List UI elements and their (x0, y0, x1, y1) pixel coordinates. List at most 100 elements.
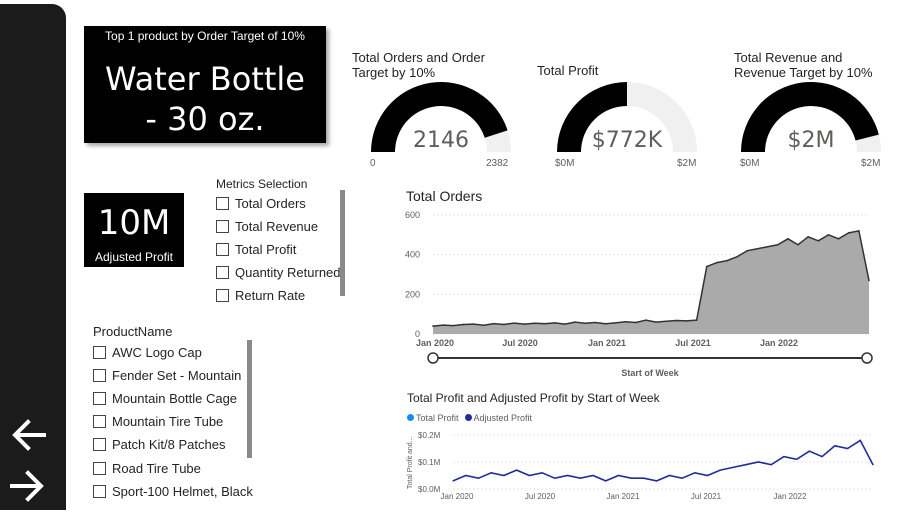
checkbox[interactable] (216, 288, 229, 302)
metric-option-total-revenue[interactable]: Total Revenue (216, 216, 318, 236)
data-point (566, 474, 569, 477)
product-option-label: Road Tire Tube (112, 460, 201, 476)
data-point (745, 464, 747, 466)
gauge-revenue-value: $2M (787, 128, 835, 153)
data-point (716, 261, 718, 264)
checkbox[interactable] (93, 484, 106, 498)
metric-option-quantity-returned[interactable]: Quantity Returned (216, 262, 341, 282)
checkbox[interactable] (93, 414, 106, 428)
product-option-label: Mountain Bottle Cage (112, 390, 238, 406)
product-slicer-title: ProductName (93, 324, 173, 339)
data-point (787, 238, 789, 240)
data-point (859, 439, 861, 441)
data-point (523, 323, 526, 325)
checkbox[interactable] (93, 368, 106, 382)
product-option-fender-set[interactable]: Fender Set - Mountain (93, 365, 241, 385)
data-point (675, 319, 678, 322)
data-point (868, 279, 870, 282)
data-point (477, 477, 480, 479)
x-tick-label: Jul 2020 (502, 338, 538, 348)
data-point (503, 474, 505, 477)
data-point (442, 324, 444, 326)
gauge-profit-max: $2M (677, 158, 697, 169)
product-slicer-scrollbar[interactable] (247, 340, 252, 458)
x-tick-label: Jul 2020 (525, 492, 556, 501)
data-point (706, 474, 709, 477)
checkbox[interactable] (216, 219, 229, 233)
data-point (776, 243, 779, 246)
data-point (645, 319, 647, 321)
data-point (665, 320, 668, 323)
gauge-revenue-title: Total Revenue and Revenue Target by 10% (734, 50, 873, 80)
product-option-awc-logo-cap[interactable]: AWC Logo Cap (93, 342, 202, 362)
gauge-title-line1: Total Profit (537, 63, 599, 78)
data-point (579, 477, 581, 479)
adjusted-profit-value: 10M (97, 203, 171, 243)
x-tick-label: Jul 2021 (691, 492, 722, 501)
data-point (847, 232, 850, 234)
product-option-label: Mountain Tire Tube (112, 413, 224, 429)
data-point (630, 477, 632, 479)
metric-option-label: Quantity Returned (235, 264, 341, 280)
metric-option-total-profit[interactable]: Total Profit (216, 239, 296, 259)
range-slider-start-handle[interactable] (427, 352, 439, 364)
data-point (634, 321, 637, 324)
data-point (796, 458, 798, 460)
gauge-orders-value: 2146 (413, 128, 469, 153)
adjusted-profit-line (452, 439, 874, 482)
product-option-patch-kit[interactable]: Patch Kit/8 Patches (93, 434, 225, 454)
top-product-value: Water Bottle - 30 oz. (84, 59, 326, 139)
x-tick-label: Jan 2021 (607, 492, 640, 501)
gauge-profit-min: $0M (555, 158, 575, 169)
data-point (817, 239, 820, 242)
data-point (681, 477, 683, 479)
data-point (656, 480, 658, 482)
data-point (465, 474, 467, 477)
product-option-sport-100-helmet[interactable]: Sport-100 Helmet, Black (93, 481, 253, 501)
metrics-slicer-scrollbar[interactable] (340, 190, 345, 296)
data-point (617, 474, 620, 477)
data-point (837, 238, 840, 240)
data-point (594, 321, 597, 324)
top-product-value-line1: Water Bottle (105, 60, 305, 98)
legend-item-adjusted-profit[interactable]: Adjusted Profit (464, 413, 532, 423)
arrow-left-icon[interactable] (6, 415, 50, 455)
data-point (694, 472, 696, 474)
metric-option-total-orders[interactable]: Total Orders (216, 193, 306, 213)
checkbox[interactable] (93, 345, 106, 359)
checkbox[interactable] (93, 437, 106, 451)
data-point (584, 322, 586, 325)
arrow-right-icon[interactable] (6, 466, 50, 506)
product-option-road-tire-tube[interactable]: Road Tire Tube (93, 458, 201, 478)
data-point (533, 322, 536, 325)
legend-dot (407, 414, 414, 421)
data-point (766, 245, 769, 248)
product-option-mountain-tire-tube[interactable]: Mountain Tire Tube (93, 411, 223, 431)
data-point (770, 464, 772, 466)
data-point (858, 230, 860, 232)
data-point (655, 321, 657, 323)
data-point (543, 322, 546, 325)
gauge-revenue-max: $2M (861, 158, 881, 169)
data-point (493, 322, 495, 325)
product-option-label: Patch Kit/8 Patches (112, 436, 226, 452)
product-option-mountain-bottle-cage[interactable]: Mountain Bottle Cage (93, 388, 237, 408)
range-slider-end-handle[interactable] (861, 352, 873, 364)
y-tick-label: 600 (405, 210, 420, 220)
data-point (604, 322, 607, 325)
data-point (516, 469, 518, 471)
x-tick-label: Jan 2020 (416, 338, 454, 348)
legend-item-total-profit[interactable]: Total Profit (407, 413, 459, 423)
data-point (756, 247, 759, 250)
checkbox[interactable] (216, 265, 229, 279)
gauge-title-line2: Revenue Target by 10% (734, 65, 873, 80)
x-tick-label: Jan 2022 (760, 338, 798, 348)
checkbox[interactable] (93, 391, 106, 405)
metric-option-return-rate[interactable]: Return Rate (216, 285, 305, 305)
checkbox[interactable] (216, 242, 229, 256)
gauge-orders-max: 2382 (486, 158, 509, 169)
data-point (732, 466, 734, 468)
data-point (592, 474, 594, 477)
checkbox[interactable] (93, 461, 106, 475)
checkbox[interactable] (216, 196, 229, 210)
